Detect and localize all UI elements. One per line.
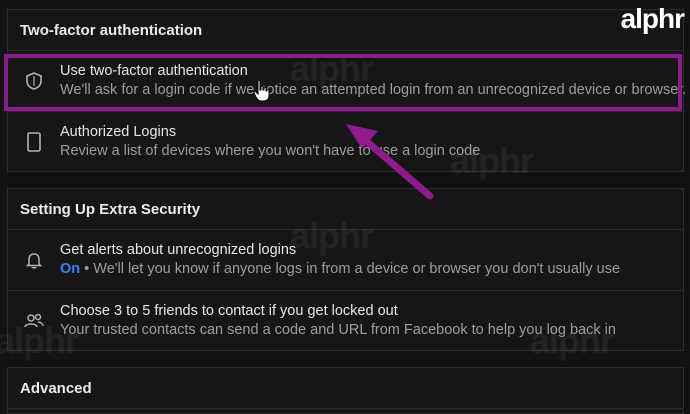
login-alerts-description: • We'll let you know if anyone logs in f… <box>80 261 621 277</box>
authorized-logins-title: Authorized Logins <box>60 124 177 140</box>
trusted-contacts-title: Choose 3 to 5 friends to contact if you … <box>60 303 398 319</box>
hand-cursor-icon <box>253 79 270 102</box>
section-title-advanced: Advanced <box>8 368 683 409</box>
two-factor-section: Two-factor authentication Use two-factor… <box>7 9 687 172</box>
use-two-factor-title: Use two-factor authentication <box>60 63 248 79</box>
section-title-two-factor: Two-factor authentication <box>8 10 683 51</box>
use-two-factor-description: We'll ask for a login code if we notice … <box>60 82 687 98</box>
authorized-logins-description: Review a list of devices where you won't… <box>60 143 481 159</box>
friends-icon <box>8 291 60 351</box>
section-title-extra-security: Setting Up Extra Security <box>8 189 683 230</box>
device-icon <box>8 112 60 172</box>
alphr-logo: alphr <box>620 3 685 34</box>
shield-icon <box>8 51 60 111</box>
trusted-contacts-description: Your trusted contacts can send a code an… <box>60 322 616 338</box>
trusted-contacts-row[interactable]: Choose 3 to 5 friends to contact if you … <box>8 291 683 351</box>
alerts-status-on: On <box>60 261 81 277</box>
bell-icon <box>8 230 60 290</box>
use-two-factor-row[interactable]: Use two-factor authentication We'll ask … <box>8 51 687 112</box>
login-alerts-title: Get alerts about unrecognized logins <box>60 242 297 258</box>
extra-security-section: Setting Up Extra Security Get alerts abo… <box>7 188 684 351</box>
authorized-logins-row[interactable]: Authorized Logins Review a list of devic… <box>8 112 683 172</box>
login-alerts-row[interactable]: Get alerts about unrecognized logins On … <box>8 230 683 291</box>
advanced-section[interactable]: Advanced <box>7 367 684 414</box>
